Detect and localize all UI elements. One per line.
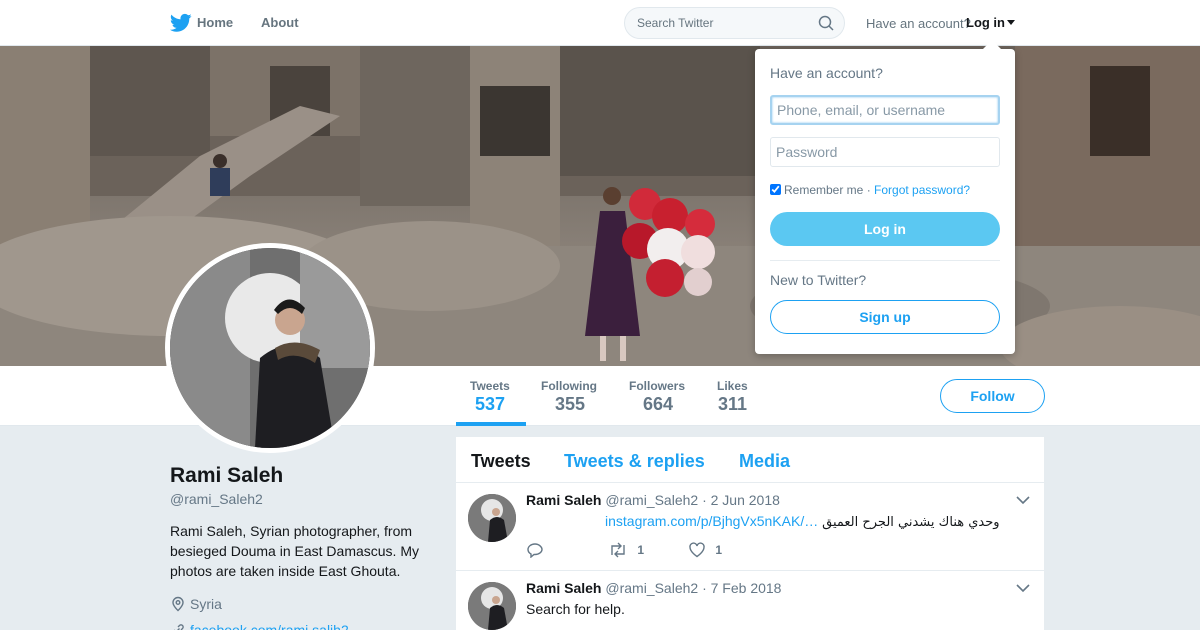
tweet-date[interactable]: · 7 Feb 2018 <box>702 580 781 596</box>
divider <box>770 260 1000 261</box>
stat-value: 311 <box>718 394 748 414</box>
signup-button[interactable]: Sign up <box>770 300 1000 334</box>
tweet-body: Search for help. <box>526 601 625 617</box>
profile-website[interactable]: facebook.com/rami.salih2 <box>170 622 349 630</box>
tweet-author-name[interactable]: Rami Saleh <box>526 580 601 596</box>
retweet-button[interactable]: 1 <box>608 542 644 558</box>
stat-value: 355 <box>555 394 586 414</box>
avatar-photo <box>170 248 370 448</box>
follow-button[interactable]: Follow <box>940 379 1045 413</box>
location-pin-icon <box>172 596 184 612</box>
tweet-body: وحدي هناك يشدني الجرح العميق <box>822 515 1000 530</box>
login-dropdown: Have an account? Remember me · Forgot pa… <box>755 40 1015 354</box>
tweet[interactable]: Rami Saleh @rami_Saleh2 · 7 Feb 2018 Sea… <box>456 571 1044 630</box>
tweet-author-name[interactable]: Rami Saleh <box>526 492 601 508</box>
tab-tweets-and-replies[interactable]: Tweets & replies <box>564 451 705 472</box>
tweet-avatar[interactable] <box>468 494 516 542</box>
have-account-text: Have an account? <box>866 16 971 31</box>
tweet-author-handle[interactable]: @rami_Saleh2 <box>605 492 698 508</box>
stat-label: Likes <box>717 379 748 393</box>
remember-me-row: Remember me · Forgot password? <box>770 183 970 197</box>
remember-me-checkbox[interactable] <box>770 184 781 195</box>
login-button[interactable]: Log in <box>770 212 1000 246</box>
stat-label: Followers <box>629 379 686 393</box>
tweet-author-handle[interactable]: @rami_Saleh2 <box>605 580 698 596</box>
reply-button[interactable] <box>526 542 544 558</box>
retweet-count: 1 <box>637 543 645 557</box>
stat-value: 537 <box>475 394 506 414</box>
like-count: 1 <box>715 543 723 557</box>
search-icon[interactable] <box>818 15 834 31</box>
login-dropdown-toggle[interactable]: Log in <box>966 15 1015 30</box>
password-field[interactable] <box>770 137 1000 167</box>
separator-dot: · <box>863 183 875 197</box>
timeline: Tweets Tweets & replies Media Rami Saleh… <box>456 437 1044 630</box>
forgot-password-link[interactable]: Forgot password? <box>874 183 970 197</box>
caret-down-icon <box>1007 20 1015 25</box>
top-navigation-bar: Home About Have an account? Log in <box>0 0 1200 46</box>
nav-about-link[interactable]: About <box>261 15 299 30</box>
timeline-tabs: Tweets Tweets & replies Media <box>456 437 1044 483</box>
login-toggle-label: Log in <box>966 15 1005 30</box>
tweet-text: instagram.com/p/BjhgVx5nKAK/… وحدي هناك … <box>605 513 1000 530</box>
stat-following[interactable]: Following 355 <box>541 366 601 426</box>
website-text[interactable]: facebook.com/rami.salih2 <box>190 622 349 630</box>
stat-followers[interactable]: Followers 664 <box>629 366 689 426</box>
stat-label: Following <box>541 379 597 393</box>
location-text: Syria <box>190 596 222 612</box>
search-box <box>624 7 845 39</box>
tweet-avatar-photo <box>468 582 516 630</box>
stat-label: Tweets <box>470 379 510 393</box>
like-button[interactable]: 1 <box>688 542 722 558</box>
search-input[interactable] <box>637 8 807 38</box>
new-to-twitter-text: New to Twitter? <box>770 272 867 288</box>
stat-tweets[interactable]: Tweets 537 <box>456 366 526 426</box>
tweet[interactable]: Rami Saleh @rami_Saleh2 · 2 Jun 2018 ins… <box>456 483 1044 571</box>
tweet-link[interactable]: instagram.com/p/BjhgVx5nKAK/… <box>605 513 818 529</box>
tab-tweets[interactable]: Tweets <box>471 451 531 472</box>
tweet-date[interactable]: · 2 Jun 2018 <box>702 492 780 508</box>
profile-location: Syria <box>170 596 222 612</box>
link-icon <box>174 624 184 630</box>
chevron-down-icon[interactable] <box>1016 583 1030 593</box>
retweet-icon <box>611 542 625 558</box>
profile-name[interactable]: Rami Saleh <box>170 464 283 488</box>
twitter-bird-icon[interactable] <box>170 13 192 33</box>
remember-me-label[interactable]: Remember me <box>784 183 863 197</box>
stat-likes[interactable]: Likes 311 <box>717 366 757 426</box>
login-dropdown-title: Have an account? <box>770 65 883 81</box>
heart-icon <box>689 542 705 558</box>
profile-bio: Rami Saleh, Syrian photographer, from be… <box>170 523 419 579</box>
tweet-avatar-photo <box>468 494 516 542</box>
tweet-header: Rami Saleh @rami_Saleh2 · 7 Feb 2018 <box>526 580 781 596</box>
nav-home-link[interactable]: Home <box>197 15 233 30</box>
reply-icon <box>527 543 543 558</box>
username-field[interactable] <box>770 95 1000 125</box>
tab-media[interactable]: Media <box>739 451 790 472</box>
tweet-avatar[interactable] <box>468 582 516 630</box>
chevron-down-icon[interactable] <box>1016 495 1030 505</box>
stat-value: 664 <box>643 394 674 414</box>
profile-avatar[interactable] <box>165 243 375 453</box>
profile-handle[interactable]: @rami_Saleh2 <box>170 491 263 507</box>
tweet-header: Rami Saleh @rami_Saleh2 · 2 Jun 2018 <box>526 492 780 508</box>
